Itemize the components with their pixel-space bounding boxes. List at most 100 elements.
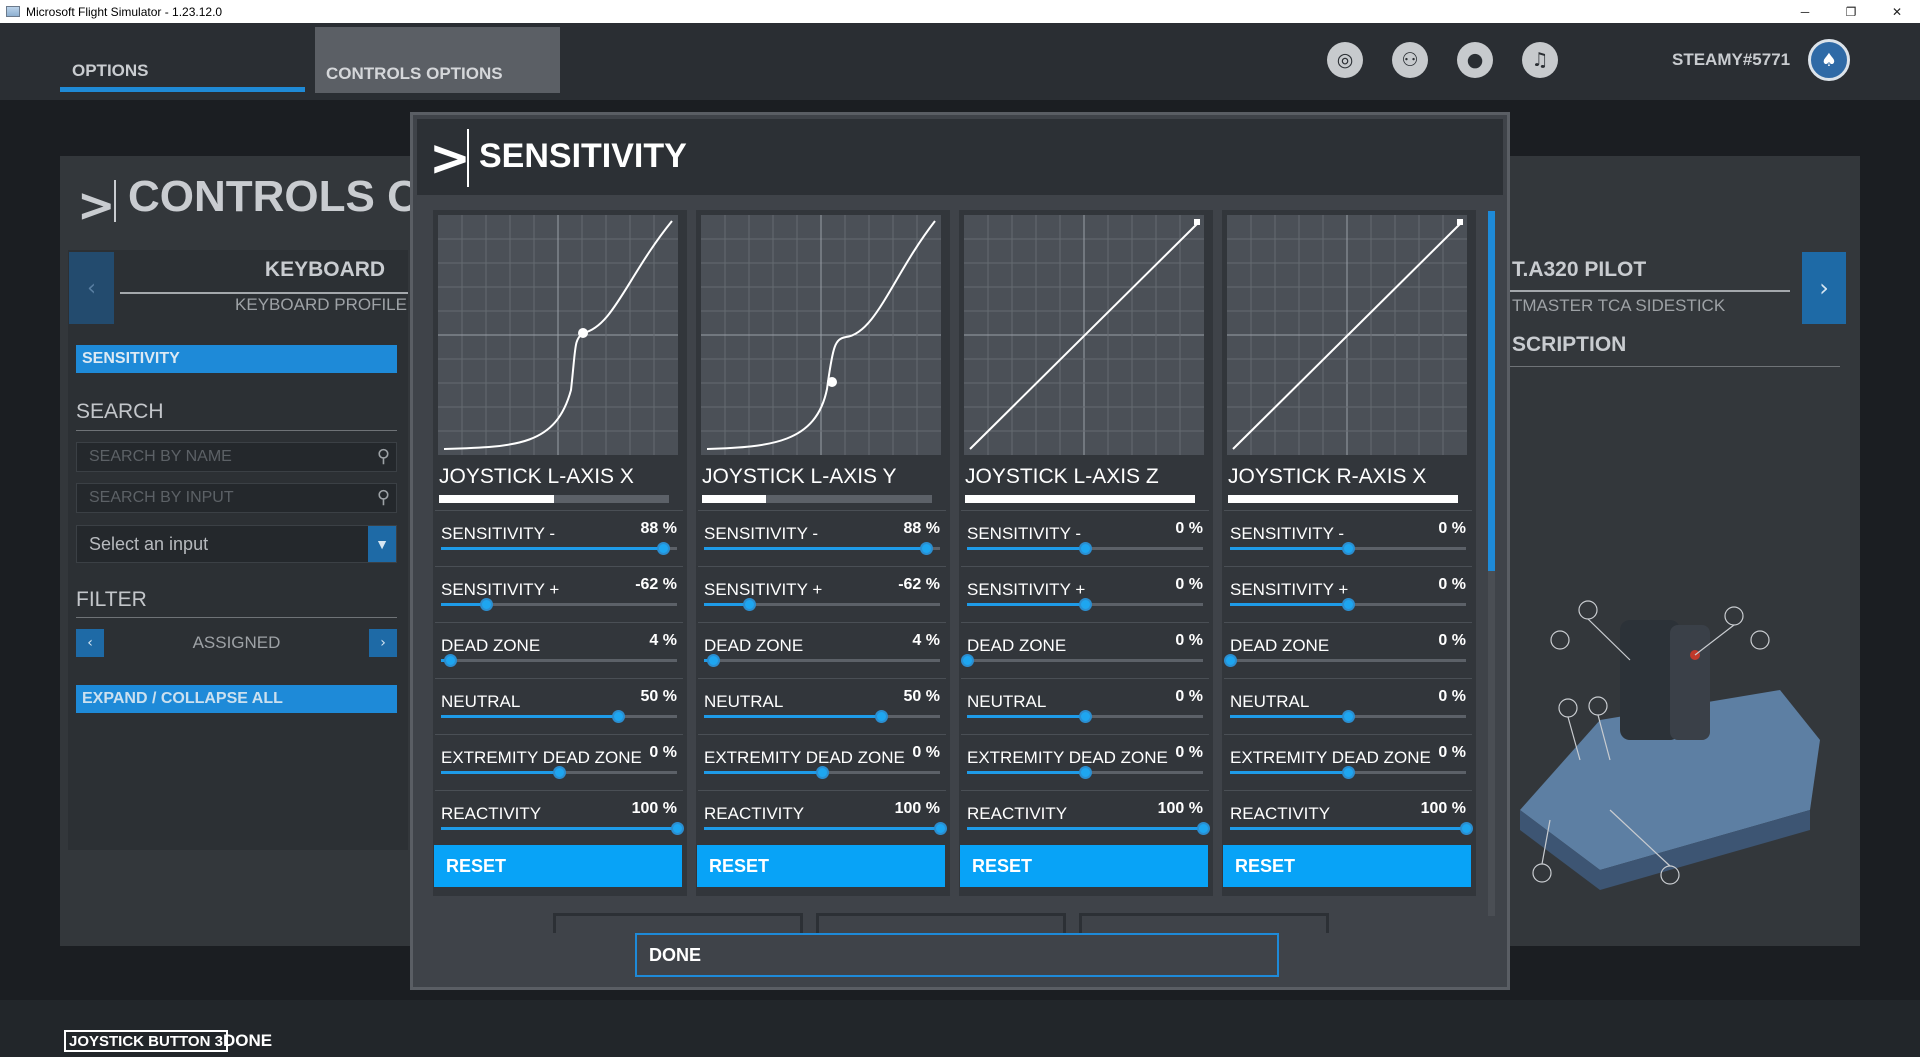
setting-slider[interactable] <box>441 598 677 611</box>
axis-name: JOYSTICK L-AXIS Z <box>965 465 1159 488</box>
filter-next-button[interactable]: › <box>369 629 397 657</box>
setting-value: 4 % <box>649 632 677 649</box>
slider-handle[interactable] <box>612 710 625 723</box>
setting-slider[interactable] <box>704 766 940 779</box>
minimize-button[interactable]: ─ <box>1782 0 1828 23</box>
reset-button[interactable]: RESET <box>960 845 1208 887</box>
chevron-down-icon[interactable]: ▼ <box>368 526 396 562</box>
setting-slider[interactable] <box>704 822 947 835</box>
slider-handle[interactable] <box>1342 542 1355 555</box>
setting-slider[interactable] <box>1224 654 1466 667</box>
axis-input-fill <box>439 495 554 503</box>
reset-button[interactable]: RESET <box>697 845 945 887</box>
profile-icon[interactable]: ● <box>1457 42 1493 78</box>
setting-slider[interactable] <box>1230 766 1466 779</box>
setting-row: SENSITIVITY + -62 % <box>698 566 946 622</box>
slider-handle[interactable] <box>444 654 458 667</box>
right-device-profile[interactable]: TMASTER TCA SIDESTICK <box>1512 296 1725 316</box>
curve-svg <box>701 215 941 455</box>
select-input-dropdown[interactable]: Select an input ▼ <box>76 525 397 563</box>
done-button[interactable]: DONE <box>635 933 1279 977</box>
slider-fill <box>967 827 1203 830</box>
setting-slider[interactable] <box>441 710 677 723</box>
slider-handle[interactable] <box>1197 822 1210 835</box>
setting-value: 88 % <box>903 520 940 537</box>
hint-action-done[interactable]: DONE <box>223 1031 272 1051</box>
curve-point[interactable] <box>827 377 837 387</box>
setting-slider[interactable] <box>967 822 1210 835</box>
setting-slider[interactable] <box>704 542 940 555</box>
slider-handle[interactable] <box>1079 542 1092 555</box>
avatar[interactable]: ♠ <box>1808 39 1850 81</box>
maximize-button[interactable]: ❐ <box>1828 0 1874 23</box>
setting-slider[interactable] <box>1230 710 1466 723</box>
setting-row: SENSITIVITY - 0 % <box>961 510 1209 566</box>
sensitivity-button[interactable]: SENSITIVITY <box>76 345 397 373</box>
setting-slider[interactable] <box>967 710 1203 723</box>
slider-handle[interactable] <box>742 598 756 611</box>
setting-slider[interactable] <box>967 542 1203 555</box>
setting-slider[interactable] <box>704 598 940 611</box>
setting-slider[interactable] <box>441 822 684 835</box>
reset-button[interactable]: RESET <box>434 845 682 887</box>
filter-prev-button[interactable]: ‹ <box>76 629 104 657</box>
close-button[interactable]: ✕ <box>1874 0 1920 23</box>
curve-point[interactable] <box>1457 219 1463 225</box>
slider-handle[interactable] <box>479 598 493 611</box>
slider-handle[interactable] <box>656 542 670 555</box>
search-divider <box>76 430 397 431</box>
setting-slider[interactable] <box>1230 598 1466 611</box>
left-device-profile[interactable]: KEYBOARD PROFILE <box>226 295 416 315</box>
slider-handle[interactable] <box>934 822 947 835</box>
next-device-button[interactable]: › <box>1802 252 1846 324</box>
slider-handle[interactable] <box>1079 710 1092 723</box>
activity-icon[interactable]: ◎ <box>1327 42 1363 78</box>
setting-slider[interactable] <box>441 654 677 667</box>
setting-slider[interactable] <box>704 654 940 667</box>
prev-device-button[interactable]: ‹ <box>69 252 114 324</box>
setting-slider[interactable] <box>961 654 1203 667</box>
setting-slider[interactable] <box>1230 822 1473 835</box>
friends-icon[interactable]: ⚇ <box>1392 42 1428 78</box>
slider-fill <box>1230 771 1348 774</box>
slider-handle[interactable] <box>919 542 933 555</box>
modal-title: SENSITIVITY <box>479 137 687 175</box>
reset-button[interactable]: RESET <box>1223 845 1471 887</box>
slider-handle[interactable] <box>1079 598 1092 611</box>
setting-slider[interactable] <box>441 542 677 555</box>
search-by-name-input[interactable]: SEARCH BY NAME ⚲ <box>76 442 397 472</box>
slider-handle[interactable] <box>707 654 721 667</box>
setting-label: EXTREMITY DEAD ZONE <box>704 748 905 767</box>
slider-handle[interactable] <box>875 710 888 723</box>
slider-handle[interactable] <box>1342 710 1355 723</box>
slider-handle[interactable] <box>961 654 974 667</box>
setting-slider[interactable] <box>704 710 940 723</box>
username[interactable]: STEAMY#5771 <box>1672 50 1790 70</box>
modal-scrollbar-thumb[interactable] <box>1488 211 1495 571</box>
setting-slider[interactable] <box>441 766 677 779</box>
setting-slider[interactable] <box>967 598 1203 611</box>
search-by-input-field[interactable]: SEARCH BY INPUT ⚲ <box>76 483 397 513</box>
tab-options[interactable]: OPTIONS <box>60 27 305 80</box>
setting-value: 88 % <box>640 520 677 537</box>
slider-handle[interactable] <box>1079 766 1092 779</box>
modal-header: > SENSITIVITY <box>417 119 1503 195</box>
tab-controls-options[interactable]: CONTROLS OPTIONS <box>315 27 560 93</box>
slider-handle[interactable] <box>1460 822 1473 835</box>
expand-collapse-button[interactable]: EXPAND / COLLAPSE ALL <box>76 685 397 713</box>
slider-handle[interactable] <box>553 766 566 779</box>
curve-point[interactable] <box>1194 219 1200 225</box>
slider-handle[interactable] <box>816 766 829 779</box>
notifications-icon[interactable]: ♫ <box>1522 42 1558 78</box>
slider-fill <box>704 827 940 830</box>
setting-slider[interactable] <box>1230 542 1466 555</box>
curve-point[interactable] <box>578 328 588 338</box>
modal-scrollbar-track[interactable] <box>1488 571 1495 916</box>
slider-handle[interactable] <box>671 822 684 835</box>
select-input-value: Select an input <box>89 534 209 554</box>
setting-slider[interactable] <box>967 766 1203 779</box>
setting-label: SENSITIVITY + <box>441 580 560 599</box>
slider-handle[interactable] <box>1342 766 1355 779</box>
slider-handle[interactable] <box>1342 598 1355 611</box>
slider-handle[interactable] <box>1224 654 1237 667</box>
